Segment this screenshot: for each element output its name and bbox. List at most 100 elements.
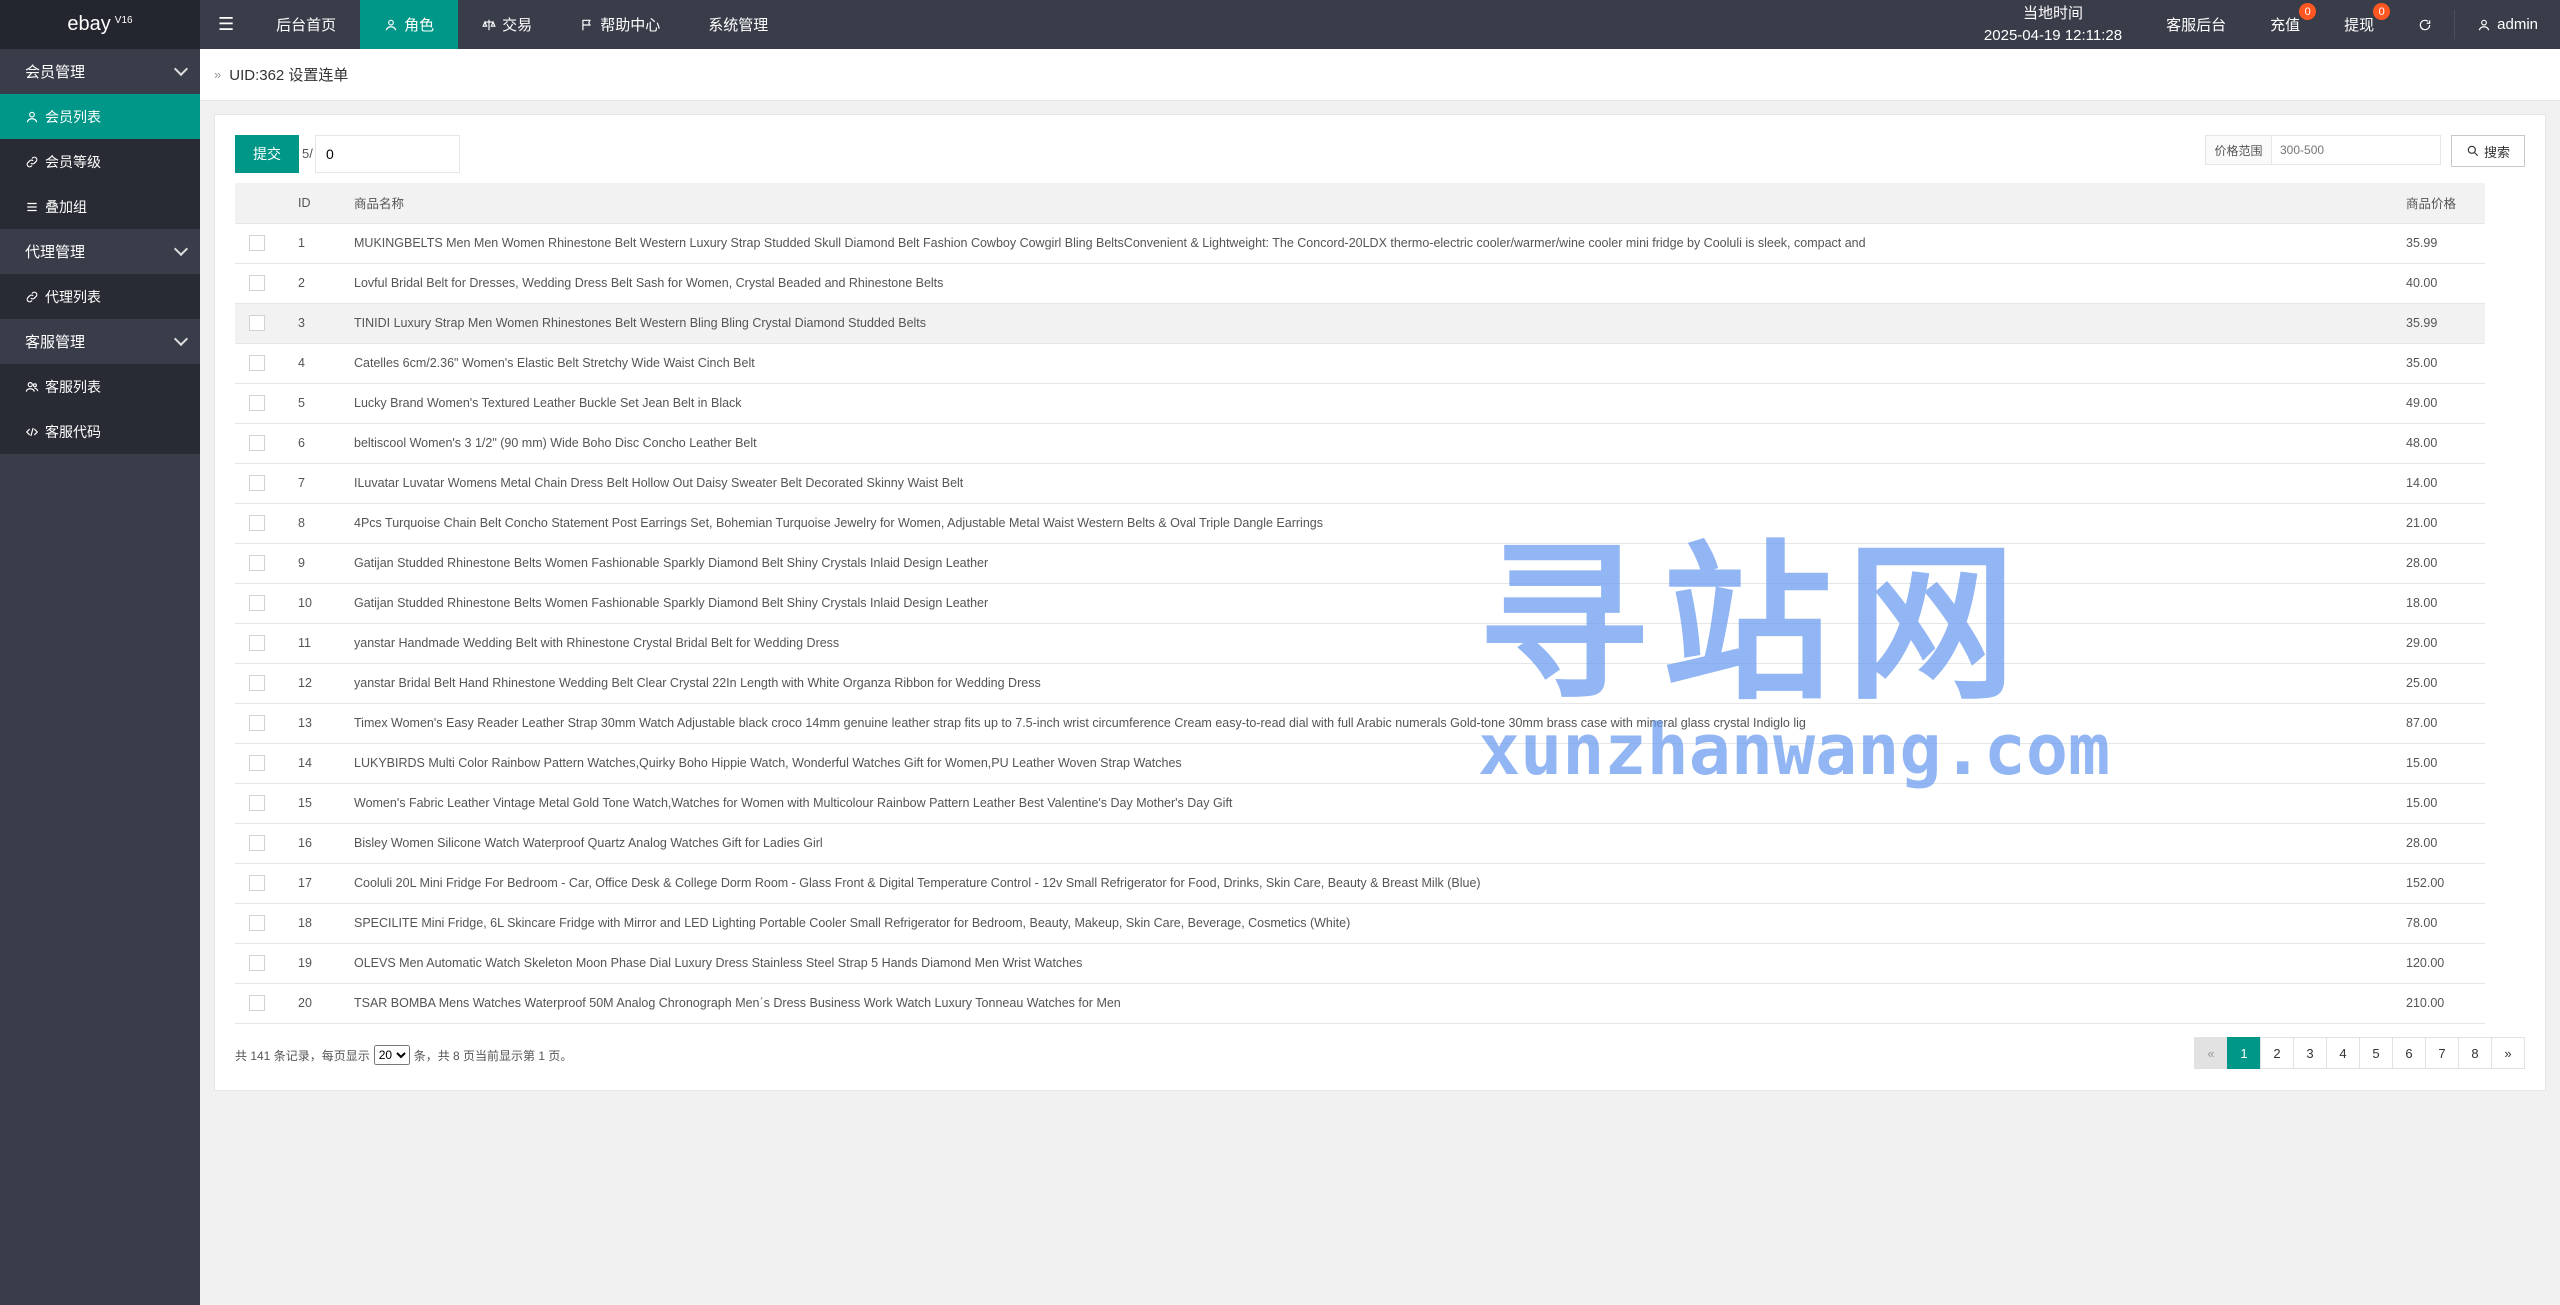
row-checkbox-cell (235, 303, 290, 344)
table-row[interactable]: 6 beltiscool Women's 3 1/2" (90 mm) Wide … (235, 423, 2485, 464)
sidebar-item-member-level[interactable]: 会员等级 (0, 139, 200, 184)
table-row[interactable]: 5 Lucky Brand Women's Textured Leather Bu… (235, 383, 2485, 424)
row-checkbox[interactable] (249, 395, 265, 411)
row-checkbox[interactable] (249, 875, 265, 891)
row-product-name: OLEVS Men Automatic Watch Skeleton Moon … (346, 943, 2398, 984)
page-button[interactable]: 7 (2425, 1037, 2459, 1069)
row-checkbox[interactable] (249, 835, 265, 851)
page-button[interactable]: 8 (2458, 1037, 2492, 1069)
page-button[interactable]: 2 (2260, 1037, 2294, 1069)
next-page-button[interactable]: » (2491, 1037, 2525, 1069)
row-checkbox[interactable] (249, 635, 265, 651)
row-product-name: Bisley Women Silicone Watch Waterproof Q… (346, 823, 2398, 864)
row-checkbox-cell (235, 463, 290, 504)
table-row[interactable]: 13 Timex Women's Easy Reader Leather Stra… (235, 703, 2485, 744)
menu-toggle-icon[interactable]: ☰ (200, 0, 252, 49)
user-icon (26, 111, 38, 122)
table-row[interactable]: 11 yanstar Handmade Wedding Belt with Rhi… (235, 623, 2485, 664)
row-checkbox-cell (235, 423, 290, 464)
price-range-label: 价格范围 (2206, 136, 2272, 164)
row-checkbox[interactable] (249, 755, 265, 771)
sidebar-group-label: 客服管理 (25, 334, 86, 351)
withdraw-label: 提现 (2344, 17, 2375, 34)
sidebar-item-label: 叠加组 (45, 198, 87, 215)
sidebar-item-agent-list[interactable]: 代理列表 (0, 274, 200, 319)
table-row[interactable]: 14 LUKYBIRDS Multi Color Rainbow Pattern … (235, 743, 2485, 784)
row-checkbox-cell (235, 263, 290, 304)
nav-home[interactable]: 后台首页 (252, 0, 360, 49)
nav-role[interactable]: 角色 (360, 0, 459, 49)
nav-help[interactable]: 帮助中心 (556, 0, 684, 49)
row-id: 4 (290, 343, 346, 384)
per-page-select[interactable]: 20 (373, 1045, 410, 1065)
row-checkbox-cell (235, 543, 290, 584)
table-row[interactable]: 10 Gatijan Studded Rhinestone Belts Women… (235, 583, 2485, 624)
summary-suffix: 条，共 8 页当前显示第 1 页。 (413, 1048, 573, 1063)
sidebar-item-stack-group[interactable]: 叠加组 (0, 184, 200, 229)
row-price: 35.99 (2398, 303, 2485, 344)
page-button[interactable]: 3 (2293, 1037, 2327, 1069)
search-button[interactable]: 搜索 (2451, 135, 2525, 167)
row-checkbox[interactable] (249, 355, 265, 371)
row-checkbox[interactable] (249, 475, 265, 491)
prev-page-button[interactable]: « (2194, 1037, 2228, 1069)
row-checkbox[interactable] (249, 315, 265, 331)
row-checkbox[interactable] (249, 915, 265, 931)
row-checkbox[interactable] (249, 715, 265, 731)
table-row[interactable]: 12 yanstar Bridal Belt Hand Rhinestone We… (235, 663, 2485, 704)
refresh-icon[interactable] (2396, 0, 2454, 49)
row-checkbox[interactable] (249, 955, 265, 971)
service-backend-link[interactable]: 客服后台 (2144, 0, 2248, 49)
table-row[interactable]: 2 Lovful Bridal Belt for Dresses, Wedding… (235, 263, 2485, 304)
row-checkbox[interactable] (249, 435, 265, 451)
sidebar-item-member-list[interactable]: 会员列表 (0, 94, 200, 139)
sidebar-group-service[interactable]: 客服管理 (0, 319, 200, 364)
brand-name: ebay (67, 13, 111, 35)
recharge-link[interactable]: 充值 0 (2248, 0, 2322, 49)
row-product-name: Lovful Bridal Belt for Dresses, Wedding … (346, 263, 2398, 304)
chevron-down-icon (173, 241, 189, 257)
row-checkbox[interactable] (249, 595, 265, 611)
table-row[interactable]: 17 Cooluli 20L Mini Fridge For Bedroom - … (235, 863, 2485, 904)
sidebar-item-label: 客服代码 (45, 423, 101, 440)
brand-logo[interactable]: ebay V16 (0, 0, 200, 49)
table-row[interactable]: 7 ILuvatar Luvatar Womens Metal Chain Dre… (235, 463, 2485, 504)
nav-trade[interactable]: 交易 (458, 0, 556, 49)
table-row[interactable]: 3 TINIDI Luxury Strap Men Women Rhineston… (235, 303, 2485, 344)
sidebar-item-label: 会员等级 (45, 153, 101, 170)
sidebar-item-service-code[interactable]: 客服代码 (0, 409, 200, 454)
page-button[interactable]: 1 (2227, 1037, 2261, 1069)
table-row[interactable]: 4 Catelles 6cm/2.36" Women's Elastic Belt… (235, 343, 2485, 384)
nav-system[interactable]: 系统管理 (684, 0, 792, 49)
table-row[interactable]: 20 TSAR BOMBA Mens Watches Waterproof 50M… (235, 983, 2485, 1024)
table-row[interactable]: 8 4Pcs Turquoise Chain Belt Concho Statem… (235, 503, 2485, 544)
user-name: admin (2497, 16, 2538, 33)
link-icon (26, 291, 38, 302)
table-row[interactable]: 18 SPECILITE Mini Fridge, 6L Skincare Fri… (235, 903, 2485, 944)
table-row[interactable]: 19 OLEVS Men Automatic Watch Skeleton Moo… (235, 943, 2485, 984)
list-icon (27, 202, 37, 211)
sidebar-item-service-list[interactable]: 客服列表 (0, 364, 200, 409)
table-row[interactable]: 9 Gatijan Studded Rhinestone Belts Women … (235, 543, 2485, 584)
table-row[interactable]: 1 MUKINGBELTS Men Men Women Rhinestone Be… (235, 223, 2485, 264)
row-checkbox[interactable] (249, 275, 265, 291)
withdraw-link[interactable]: 提现 0 (2322, 0, 2396, 49)
row-checkbox[interactable] (249, 555, 265, 571)
table-row[interactable]: 16 Bisley Women Silicone Watch Waterproof… (235, 823, 2485, 864)
page-button[interactable]: 5 (2359, 1037, 2393, 1069)
local-time: 当地时间 2025-04-19 12:11:28 (1962, 0, 2144, 49)
sidebar-group-agent[interactable]: 代理管理 (0, 229, 200, 274)
table-row[interactable]: 15 Women's Fabric Leather Vintage Metal G… (235, 783, 2485, 824)
row-checkbox[interactable] (249, 235, 265, 251)
page-button[interactable]: 6 (2392, 1037, 2426, 1069)
page-button[interactable]: 4 (2326, 1037, 2360, 1069)
chain-count-input[interactable] (315, 135, 460, 173)
user-menu[interactable]: admin (2455, 0, 2560, 49)
sidebar-group-member[interactable]: 会员管理 (0, 49, 200, 94)
row-checkbox[interactable] (249, 995, 265, 1011)
row-checkbox[interactable] (249, 515, 265, 531)
row-checkbox[interactable] (249, 795, 265, 811)
submit-button[interactable]: 提交 (235, 135, 299, 173)
row-checkbox[interactable] (249, 675, 265, 691)
price-range-input[interactable] (2272, 136, 2440, 164)
